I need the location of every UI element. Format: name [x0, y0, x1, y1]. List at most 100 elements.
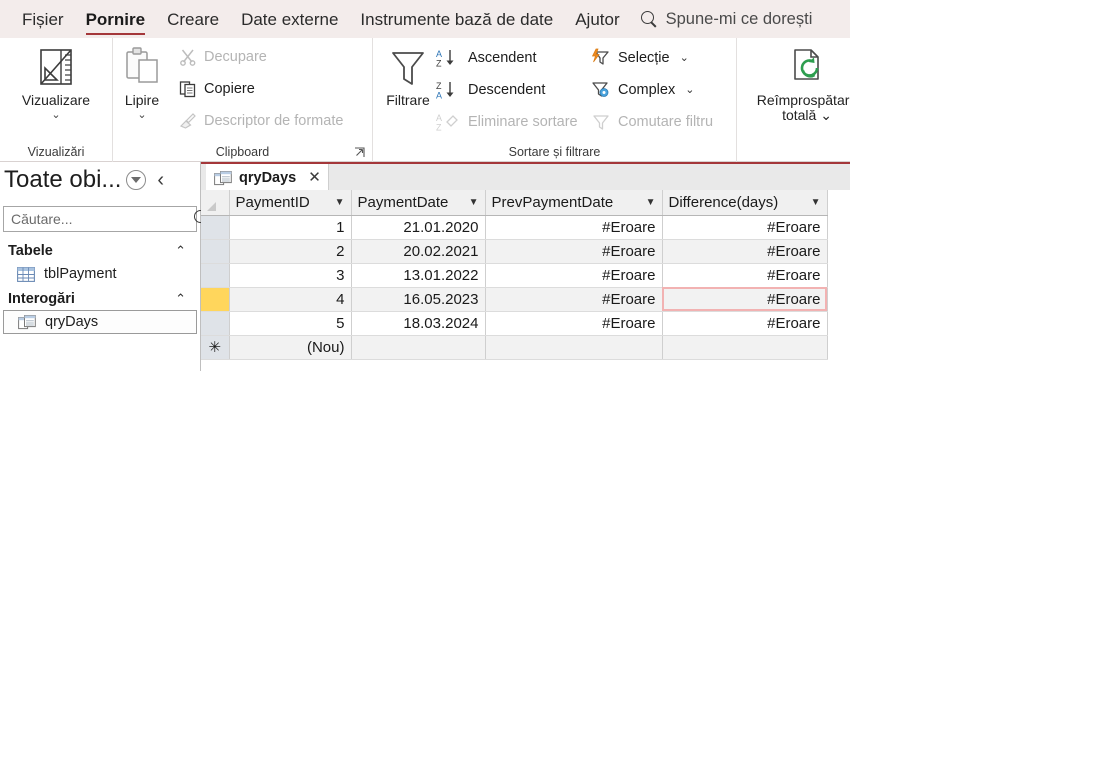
cell-new-paymentdate[interactable]	[351, 335, 485, 359]
toggle-filter-button[interactable]: Comutare filtru	[591, 112, 713, 131]
cell-paymentdate[interactable]: 21.01.2020	[351, 215, 485, 239]
search-input[interactable]	[9, 210, 194, 228]
sort-za-icon: Z A	[435, 80, 461, 100]
format-painter-icon	[179, 112, 197, 130]
cell-paymentdate[interactable]: 18.03.2024	[351, 311, 485, 335]
ribbon-tab-ajutor[interactable]: Ajutor	[564, 0, 630, 38]
new-record-row[interactable]: ✳ (Nou)	[201, 335, 827, 359]
chevron-down-icon[interactable]: ⌄	[137, 110, 146, 120]
cell-paymentdate[interactable]: 16.05.2023	[351, 287, 485, 311]
column-header-paymentdate[interactable]: PaymentDate ▼	[351, 190, 485, 215]
ribbon-tab-creare[interactable]: Creare	[156, 0, 230, 38]
cell-paymentdate[interactable]: 20.02.2021	[351, 239, 485, 263]
cell-prevpaymentdate[interactable]: #Eroare	[485, 287, 662, 311]
cell-paymentid[interactable]: 5	[229, 311, 351, 335]
record-selector[interactable]	[201, 263, 229, 287]
format-painter-button[interactable]: Descriptor de formate	[179, 112, 343, 130]
tell-me-search-box[interactable]: Spune-mi ce dorești	[641, 0, 813, 38]
ribbon-tab-date-externe[interactable]: Date externe	[230, 0, 349, 38]
cut-button-label: Decupare	[204, 49, 267, 65]
cell-new-prevpaymentdate[interactable]	[485, 335, 662, 359]
select-all-corner[interactable]	[201, 190, 229, 215]
cell-new-difference-days[interactable]	[662, 335, 827, 359]
ribbon-group-sort-filter-label: Sortare și filtrare	[373, 145, 736, 159]
column-header-label: PaymentDate	[358, 194, 449, 211]
sort-descending-button[interactable]: Z A Descendent	[435, 80, 545, 100]
chevron-down-circle-icon[interactable]	[126, 170, 146, 190]
navigation-search-box[interactable]	[3, 206, 197, 232]
document-tab-qrydays[interactable]: qryDays ✕	[206, 164, 329, 192]
chevron-down-icon[interactable]: ▼	[469, 197, 479, 208]
ribbon-tab-pornire[interactable]: Pornire	[75, 0, 157, 38]
chevron-down-icon[interactable]: ⌄	[680, 51, 689, 64]
new-record-marker[interactable]: ✳	[201, 335, 229, 359]
cell-paymentid[interactable]: 4	[229, 287, 351, 311]
advanced-filter-button[interactable]: Complex ⌄	[591, 80, 694, 99]
chevron-down-icon[interactable]: ⌄	[685, 83, 694, 96]
record-selector-current[interactable]	[201, 287, 229, 311]
table-row[interactable]: 2 20.02.2021 #Eroare #Eroare	[201, 239, 827, 263]
cell-paymentdate[interactable]: 13.01.2022	[351, 263, 485, 287]
sort-ascending-label: Ascendent	[468, 50, 537, 66]
column-header-paymentid[interactable]: PaymentID ▼	[229, 190, 351, 215]
chevron-down-icon[interactable]: ⌄	[820, 107, 832, 123]
remove-sort-label: Eliminare sortare	[468, 114, 578, 130]
copy-button-label: Copiere	[204, 81, 255, 97]
nav-item-tblpayment[interactable]: tblPayment	[3, 262, 197, 286]
paste-icon	[122, 46, 162, 90]
refresh-all-button[interactable]: Reîmprospătare totală ⌄	[737, 46, 850, 123]
filter-button[interactable]: Filtrare	[377, 46, 439, 108]
cell-prevpaymentdate[interactable]: #Eroare	[485, 311, 662, 335]
record-selector[interactable]	[201, 215, 229, 239]
cell-paymentid[interactable]: 1	[229, 215, 351, 239]
cell-paymentid[interactable]: 2	[229, 239, 351, 263]
cell-difference-days[interactable]: #Eroare	[662, 239, 827, 263]
chevron-left-icon[interactable]: ‹	[157, 171, 164, 189]
query-icon	[214, 171, 232, 186]
cell-new-paymentid[interactable]: (Nou)	[229, 335, 351, 359]
table-row[interactable]: 1 21.01.2020 #Eroare #Eroare	[201, 215, 827, 239]
selection-filter-button[interactable]: Selecție ⌄	[591, 48, 689, 67]
close-icon[interactable]: ✕	[308, 171, 321, 185]
ribbon-tab-instrumente-baza-de-date[interactable]: Instrumente bază de date	[349, 0, 564, 38]
record-selector[interactable]	[201, 311, 229, 335]
table-row[interactable]: 3 13.01.2022 #Eroare #Eroare	[201, 263, 827, 287]
cell-difference-days-selected[interactable]: #Eroare	[662, 287, 827, 311]
table-row-current[interactable]: 4 16.05.2023 #Eroare #Eroare	[201, 287, 827, 311]
ribbon-tab-fisier[interactable]: Fișier	[0, 0, 75, 38]
chevron-down-icon[interactable]: ▼	[335, 197, 345, 208]
nav-group-header-tabele[interactable]: Tabele ⌃	[0, 240, 201, 262]
chevron-down-icon[interactable]: ⌄	[51, 110, 60, 120]
chevron-down-icon[interactable]: ▼	[646, 197, 656, 208]
chevron-up-icon[interactable]: ⌃	[175, 243, 186, 259]
advanced-filter-icon	[591, 80, 611, 99]
view-button[interactable]: Vizualizare ⌄	[0, 46, 112, 120]
cell-difference-days[interactable]: #Eroare	[662, 263, 827, 287]
cell-prevpaymentdate[interactable]: #Eroare	[485, 263, 662, 287]
table-row[interactable]: 5 18.03.2024 #Eroare #Eroare	[201, 311, 827, 335]
work-area: Toate obi... ‹ Tabele ⌃	[0, 162, 850, 371]
column-header-difference-days[interactable]: Difference(days) ▼	[662, 190, 827, 215]
chevron-up-icon[interactable]: ⌃	[175, 291, 186, 307]
nav-group-header-interogari[interactable]: Interogări ⌃	[0, 288, 201, 310]
nav-group-label: Interogări	[8, 291, 75, 307]
sort-ascending-button[interactable]: A Z Ascendent	[435, 48, 537, 68]
view-button-label: Vizualizare	[22, 93, 90, 108]
chevron-down-icon[interactable]: ▼	[811, 197, 821, 208]
dialog-launcher-icon[interactable]	[354, 146, 366, 158]
design-view-icon	[33, 46, 79, 90]
nav-item-qrydays[interactable]: qryDays	[3, 310, 197, 334]
cell-paymentid[interactable]: 3	[229, 263, 351, 287]
paste-button[interactable]: Lipire ⌄	[113, 46, 171, 120]
toggle-filter-label: Comutare filtru	[618, 114, 713, 130]
copy-button[interactable]: Copiere	[179, 80, 255, 98]
remove-sort-button[interactable]: A Z Eliminare sortare	[435, 112, 578, 132]
cell-difference-days[interactable]: #Eroare	[662, 215, 827, 239]
cell-prevpaymentdate[interactable]: #Eroare	[485, 215, 662, 239]
record-selector[interactable]	[201, 239, 229, 263]
cell-prevpaymentdate[interactable]: #Eroare	[485, 239, 662, 263]
cell-difference-days[interactable]: #Eroare	[662, 311, 827, 335]
cut-button[interactable]: Decupare	[179, 48, 267, 66]
column-header-prevpaymentdate[interactable]: PrevPaymentDate ▼	[485, 190, 662, 215]
nav-item-label: tblPayment	[44, 266, 117, 282]
